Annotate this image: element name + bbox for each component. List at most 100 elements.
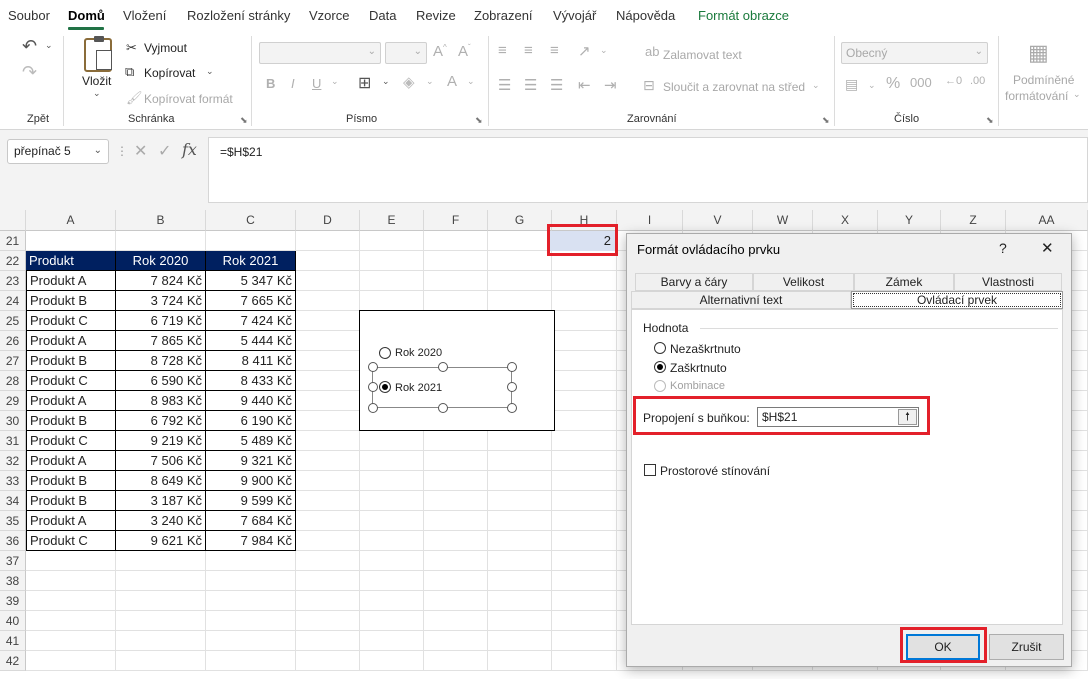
grid-cell[interactable] <box>488 291 552 311</box>
grid-cell[interactable] <box>116 591 206 611</box>
orientation-icon[interactable]: ↗ <box>578 42 591 60</box>
grid-cell[interactable] <box>488 531 552 551</box>
table-cell[interactable]: Produkt B <box>26 471 116 491</box>
table-cell[interactable]: 6 792 Kč <box>116 411 206 431</box>
table-cell[interactable]: 9 621 Kč <box>116 531 206 551</box>
row-header[interactable]: 29 <box>0 391 26 411</box>
grid-cell[interactable] <box>552 451 617 471</box>
decrease-indent-icon[interactable]: ⇤ <box>578 76 591 94</box>
grid-cell[interactable] <box>26 571 116 591</box>
grid-cell[interactable] <box>424 291 488 311</box>
table-cell[interactable]: 5 347 Kč <box>206 271 296 291</box>
table-cell[interactable]: Produkt A <box>26 451 116 471</box>
grid-cell[interactable] <box>488 231 552 251</box>
shading-label[interactable]: Prostorové stínování <box>660 464 770 478</box>
borders-icon[interactable]: ⊞ <box>358 73 371 93</box>
borders-dropdown-icon[interactable]: ⌄ <box>382 76 390 87</box>
table-cell[interactable]: 7 665 Kč <box>206 291 296 311</box>
cancel-button[interactable]: Zrušit <box>989 634 1064 660</box>
close-icon[interactable]: ✕ <box>1041 239 1054 257</box>
grid-cell[interactable] <box>116 651 206 671</box>
grid-cell[interactable] <box>360 231 424 251</box>
grid-cell[interactable] <box>26 231 116 251</box>
row-header[interactable]: 32 <box>0 451 26 471</box>
row-header[interactable]: 27 <box>0 351 26 371</box>
table-cell[interactable]: Produkt A <box>26 511 116 531</box>
grid-cell[interactable] <box>552 411 617 431</box>
grid-cell[interactable] <box>296 371 360 391</box>
increase-decimal-icon[interactable]: ←0 <box>945 75 962 87</box>
row-header[interactable]: 23 <box>0 271 26 291</box>
grid-cell[interactable] <box>424 551 488 571</box>
grid-cell[interactable] <box>424 491 488 511</box>
grid-cell[interactable] <box>296 491 360 511</box>
row-header[interactable]: 22 <box>0 251 26 271</box>
font-name-dropdown[interactable]: ⌄ <box>259 42 381 64</box>
grid-cell[interactable] <box>424 471 488 491</box>
option-rok2020-label[interactable]: Rok 2020 <box>395 347 442 359</box>
copy-button[interactable]: Kopírovat <box>144 66 195 80</box>
grid-cell[interactable] <box>206 631 296 651</box>
grid-cell[interactable] <box>488 551 552 571</box>
conditional-formatting-label-2[interactable]: formátování <box>1005 89 1068 103</box>
table-cell[interactable]: Produkt B <box>26 351 116 371</box>
table-cell[interactable]: 5 444 Kč <box>206 331 296 351</box>
grid-cell[interactable] <box>488 471 552 491</box>
alignment-launcher-icon[interactable]: ⬊ <box>822 115 830 126</box>
row-header[interactable]: 41 <box>0 631 26 651</box>
grid-cell[interactable] <box>26 651 116 671</box>
row-header[interactable]: 30 <box>0 411 26 431</box>
conditional-formatting-label-1[interactable]: Podmíněné <box>1013 73 1074 87</box>
underline-icon[interactable]: U <box>312 76 321 91</box>
table-cell[interactable]: 9 599 Kč <box>206 491 296 511</box>
table-cell[interactable]: 6 190 Kč <box>206 411 296 431</box>
grid-cell[interactable] <box>552 631 617 651</box>
unchecked-label[interactable]: Nezaškrtnuto <box>670 342 741 356</box>
resize-handle[interactable] <box>438 362 448 372</box>
grid-cell[interactable] <box>552 271 617 291</box>
table-cell[interactable]: 7 506 Kč <box>116 451 206 471</box>
table-cell[interactable]: 7 684 Kč <box>206 511 296 531</box>
grid-cell[interactable] <box>424 251 488 271</box>
grid-cell[interactable] <box>488 631 552 651</box>
grid-cell[interactable] <box>296 231 360 251</box>
grid-cell[interactable] <box>360 611 424 631</box>
column-header[interactable]: W <box>753 210 813 231</box>
option-rok2020-radio[interactable] <box>379 347 391 359</box>
table-cell[interactable]: 9 900 Kč <box>206 471 296 491</box>
row-header[interactable]: 24 <box>0 291 26 311</box>
grid-cell[interactable] <box>424 431 488 451</box>
table-cell[interactable]: 8 411 Kč <box>206 351 296 371</box>
menu-rozlozeni-stranky[interactable]: Rozložení stránky <box>187 8 290 23</box>
column-header[interactable]: AA <box>1006 210 1088 231</box>
grid-cell[interactable] <box>296 611 360 631</box>
enter-icon[interactable]: ✓ <box>158 141 171 161</box>
font-color-dropdown-icon[interactable]: ⌄ <box>467 76 475 87</box>
insert-function-icon[interactable]: fx <box>182 140 197 159</box>
align-right-icon[interactable]: ☰ <box>550 76 563 94</box>
decrease-decimal-icon[interactable]: .00 <box>970 75 985 87</box>
table-cell[interactable]: 3 187 Kč <box>116 491 206 511</box>
align-middle-icon[interactable]: ≡ <box>524 42 533 59</box>
grid-cell[interactable] <box>206 651 296 671</box>
menu-napoveda[interactable]: Nápověda <box>616 8 675 23</box>
grid-cell[interactable] <box>360 511 424 531</box>
paste-button[interactable]: Vložit <box>82 74 111 88</box>
grid-cell[interactable] <box>296 331 360 351</box>
help-button[interactable]: ? <box>999 240 1007 256</box>
formula-input[interactable]: =$H$21 <box>208 137 1088 203</box>
column-header[interactable]: Z <box>941 210 1006 231</box>
resize-handle[interactable] <box>507 403 517 413</box>
resize-handle[interactable] <box>368 362 378 372</box>
column-header[interactable]: I <box>617 210 683 231</box>
menu-vzorce[interactable]: Vzorce <box>309 8 349 23</box>
grid-cell[interactable] <box>488 651 552 671</box>
grid-cell[interactable] <box>296 511 360 531</box>
resize-handle[interactable] <box>507 362 517 372</box>
grid-cell[interactable] <box>552 291 617 311</box>
grid-cell[interactable] <box>360 571 424 591</box>
grid-cell[interactable] <box>360 291 424 311</box>
menu-domu[interactable]: Domů <box>68 8 105 23</box>
grid-cell[interactable] <box>360 591 424 611</box>
grid-cell[interactable] <box>552 491 617 511</box>
